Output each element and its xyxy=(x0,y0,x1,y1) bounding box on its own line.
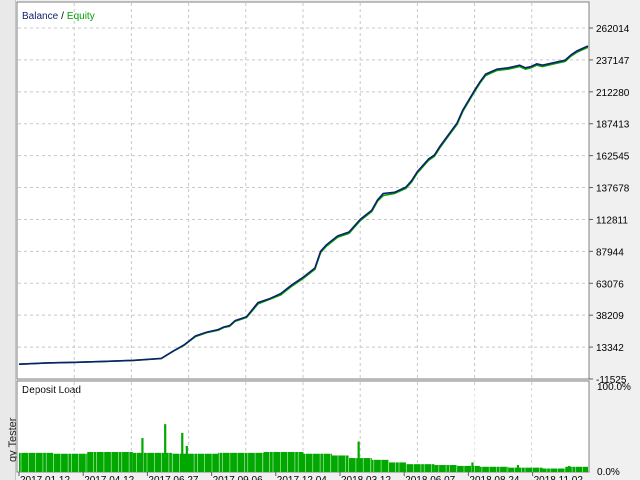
deposit-load-bar xyxy=(331,455,350,472)
deposit-load-bar xyxy=(479,466,509,472)
y-tick-label: 63076 xyxy=(596,279,624,290)
deposit-load-spike xyxy=(181,432,184,472)
deposit-load-bar xyxy=(349,458,372,472)
deposit-load-bar xyxy=(19,452,54,472)
x-tick-label: 2017.01.12 xyxy=(20,475,70,480)
x-tick-label: 2017.09.06 xyxy=(213,475,263,480)
legend-separator: / xyxy=(61,11,64,22)
deposit-load-bar xyxy=(405,464,435,472)
deposit-load-bar xyxy=(87,451,133,472)
chart-area: 262014 237147 212280 187413 162545 137678 1128… xyxy=(16,1,631,480)
legend-equity: Equity xyxy=(67,11,95,22)
deposit-load-bar xyxy=(371,459,389,472)
deposit-load-y-axis: 100.0% 0.0% xyxy=(597,382,631,478)
deposit-load-spike xyxy=(568,465,571,472)
x-tick-label: 2018.03.12 xyxy=(341,475,391,480)
deposit-load-bar xyxy=(303,453,332,472)
deposit-load-title: Deposit Load xyxy=(22,385,81,396)
x-tick-label: 2018.06.07 xyxy=(405,475,455,480)
y-tick-label: 162545 xyxy=(596,152,630,163)
y-tick-label: 38209 xyxy=(596,311,624,322)
y-tick-label: 87944 xyxy=(596,247,624,258)
legend-balance: Balance xyxy=(22,11,59,22)
deposit-load-y-label: 0.0% xyxy=(597,467,620,478)
x-tick-label: 2018.08.24 xyxy=(469,475,519,480)
strategy-tester-graph-window: gy Tester 262014 237147 212280 187413 162545… xyxy=(0,0,640,480)
x-tick-label: 2017.12.04 xyxy=(277,475,327,480)
y-tick-label: 137678 xyxy=(596,184,630,195)
y-tick-label: 13342 xyxy=(596,343,624,354)
y-tick-label: 237147 xyxy=(596,56,630,67)
deposit-load-spike xyxy=(516,465,520,472)
time-axis: 2017.01.12 2017.04.12 2017.06.27 2017.09.06… xyxy=(18,472,584,480)
deposit-load-bar xyxy=(218,452,264,472)
balance-y-axis: 262014 237147 212280 187413 162545 137678 1128… xyxy=(589,24,630,386)
deposit-load-bar xyxy=(542,468,566,472)
deposit-load-bar xyxy=(457,465,480,472)
deposit-load-bar xyxy=(132,452,173,472)
deposit-load-spike xyxy=(357,441,360,472)
deposit-load-bar xyxy=(388,462,406,472)
y-tick-label: 212280 xyxy=(596,88,630,99)
deposit-load-spike xyxy=(164,424,167,472)
deposit-load-y-label: 100.0% xyxy=(597,382,631,393)
deposit-load-spike xyxy=(185,445,188,472)
deposit-load-bar xyxy=(53,453,88,472)
x-tick-label: 2017.06.27 xyxy=(148,475,198,480)
deposit-load-spike xyxy=(141,438,144,472)
deposit-load-bar xyxy=(434,465,458,472)
x-tick-label: 2018.11.02 xyxy=(534,475,584,480)
x-tick-label: 2017.04.12 xyxy=(84,475,134,480)
y-tick-label: 187413 xyxy=(596,120,630,131)
deposit-load-spike xyxy=(471,462,474,472)
y-tick-label: 112811 xyxy=(596,215,628,226)
y-tick-label: 262014 xyxy=(596,24,630,35)
deposit-load-bar xyxy=(508,467,543,472)
